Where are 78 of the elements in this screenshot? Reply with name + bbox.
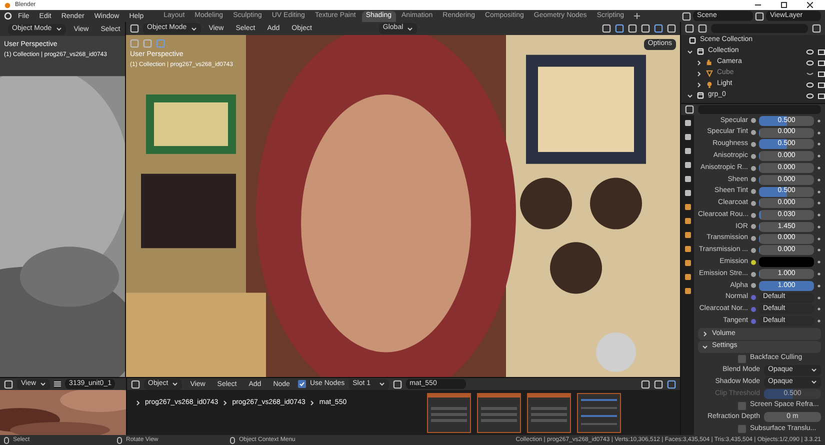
search-field[interactable] [698,105,821,114]
socket-icon [751,142,756,147]
mouse-icon [4,436,9,444]
app-icon [4,2,11,8]
socket-icon [751,130,756,136]
socket-icon [751,283,756,288]
checkbox[interactable] [738,354,746,363]
node-drawing[interactable] [527,393,571,433]
socket-icon [751,189,756,194]
visibility-icon[interactable] [806,82,814,88]
mouse-icon [230,436,235,444]
chevron-icon [309,400,316,406]
collection-icon [689,37,696,44]
socket-icon [751,236,756,242]
caret-icon [378,381,385,387]
keyframe-icon[interactable] [817,236,821,241]
chevron-icon [135,400,141,406]
add-workspace-icon[interactable] [634,13,640,19]
keyframe-icon[interactable] [817,190,821,194]
chevron-icon [222,400,228,406]
checkbox[interactable] [738,425,746,434]
triangle-icon [706,70,713,77]
keyframe-icon[interactable] [817,178,821,182]
socket-icon [751,318,756,324]
keyframe-icon[interactable] [817,296,821,300]
socket-icon [751,260,756,265]
node-drawing[interactable] [427,393,471,433]
keyframe-icon[interactable] [817,272,821,276]
maximize-icon[interactable] [781,2,787,8]
bulb-icon [706,81,713,88]
caret-icon [40,381,46,387]
minimize-icon[interactable] [755,2,761,8]
keyframe-icon[interactable] [817,319,821,324]
keyframe-icon[interactable] [817,201,821,206]
menu-icon[interactable] [54,381,62,387]
disclosure-icon[interactable] [702,330,708,337]
keyframe-icon[interactable] [817,213,821,218]
socket-icon [751,166,756,171]
visibility-icon[interactable] [806,48,814,54]
keyframe-icon[interactable] [817,248,821,252]
socket-icon [751,248,756,253]
caret-icon [172,381,178,387]
collection-icon [697,48,704,55]
socket-icon [751,306,756,312]
disclosure-icon[interactable] [687,92,693,98]
socket-icon [751,295,756,300]
color-swatch[interactable] [759,257,814,268]
checkbox[interactable] [298,380,306,388]
keyframe-icon[interactable] [817,284,821,288]
keyframe-icon[interactable] [817,142,821,146]
socket-icon [751,224,756,230]
keyframe-icon[interactable] [817,154,821,158]
keyframe-icon[interactable] [817,224,821,229]
close-icon[interactable] [807,2,813,8]
keyframe-icon[interactable] [817,118,821,123]
keyframe-icon[interactable] [817,307,821,312]
collection-icon [697,92,704,99]
visibility-icon[interactable] [806,70,814,76]
caret-icon [56,26,62,32]
node-drawing[interactable] [477,393,521,433]
visibility-icon[interactable] [806,92,814,98]
socket-icon [751,212,756,218]
checkbox[interactable] [738,402,746,410]
keyframe-icon[interactable] [817,260,821,264]
disclosure-icon[interactable] [702,344,708,350]
disclosure-icon[interactable] [687,48,693,54]
mouse-icon [117,436,122,444]
socket-icon [751,177,756,182]
node-drawing[interactable] [577,393,621,433]
socket-icon [751,154,756,159]
caret-icon [407,26,414,32]
socket-icon [751,200,756,206]
socket-icon [751,118,756,124]
socket-icon [751,272,756,277]
visibility-icon[interactable] [806,60,814,66]
keyframe-icon[interactable] [817,130,821,135]
caret-icon [190,26,197,32]
keyframe-icon[interactable] [817,166,821,170]
